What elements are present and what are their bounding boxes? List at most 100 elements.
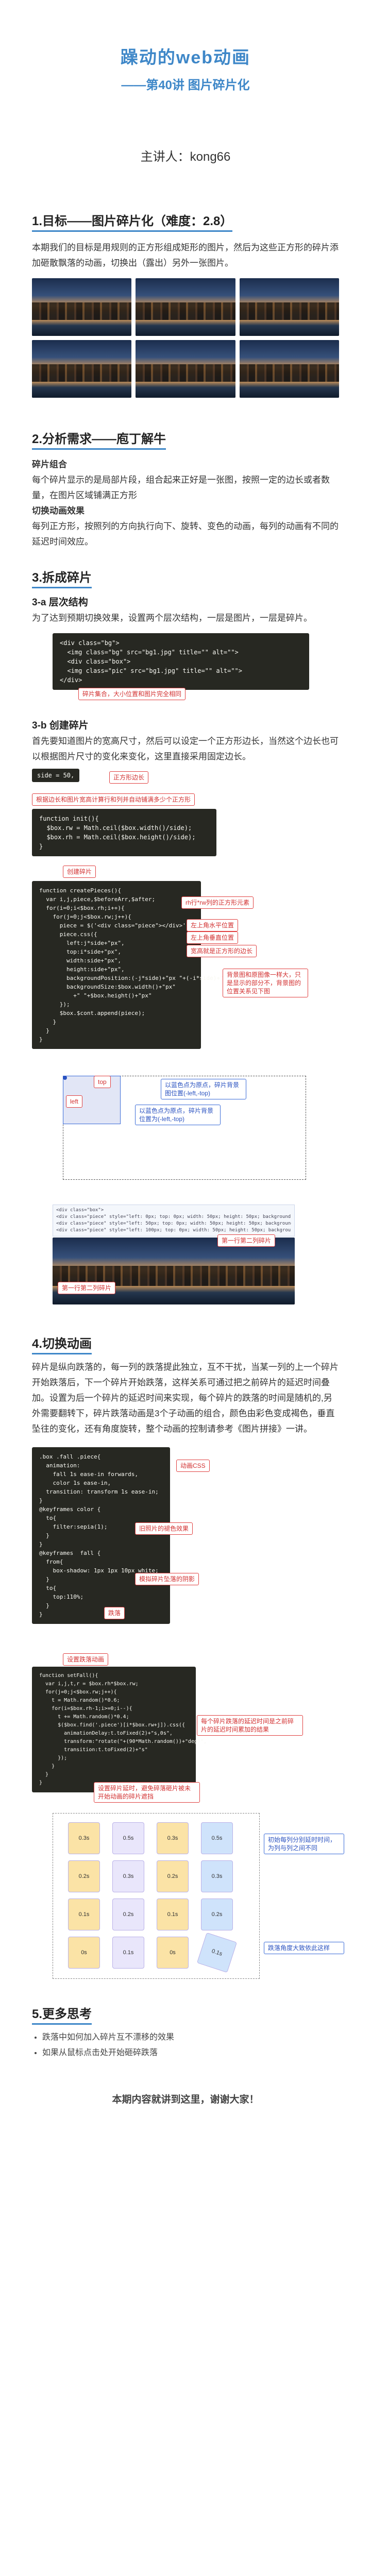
section-title: 2.分析需求——庖丁解牛 bbox=[32, 429, 166, 450]
pieces-body: 每个碎片显示的是局部片段，组合起来正好是一张图，按照一定的边长或者数量，在图片区… bbox=[32, 475, 330, 500]
side-code: side = 50, bbox=[32, 769, 80, 782]
code-block: .box .fall .piece{ animation: fall 1s ea… bbox=[32, 1447, 170, 1624]
pieces-heading: 碎片组合 bbox=[32, 460, 67, 469]
layer-code-block: <div class="bg"> <img class="bg" src="bg… bbox=[53, 633, 310, 700]
cut-image bbox=[53, 1238, 295, 1304]
callout: 跌落 bbox=[104, 1607, 125, 1619]
delay-tile: 0.1s bbox=[112, 1937, 144, 1969]
tile-grid: 0.3s 0.5s 0.3s 0.5s 0.2s 0.3s 0.2s 0.3s 0.1s 0.2s… bbox=[68, 1822, 238, 1973]
code-line: function createPieces(){ bbox=[39, 887, 121, 894]
code-line: animation: bbox=[39, 1462, 80, 1469]
delay-tile: 0.2s bbox=[112, 1899, 144, 1930]
lesson-subtitle: ——第40讲 图片碎片化 bbox=[121, 78, 250, 92]
code-line: height:side+"px", bbox=[39, 966, 125, 973]
code-line: @keyframes fall { bbox=[39, 1550, 101, 1556]
code-line: piece = $('<div class="piece"></div>'); bbox=[39, 922, 193, 929]
callout: 跌落角度大致依此这样 bbox=[264, 1942, 344, 1954]
code-line: } bbox=[39, 1497, 43, 1504]
code-line: } bbox=[39, 1541, 43, 1548]
list-item: 跌落中如何加入碎片互不漂移的效果 bbox=[42, 2030, 339, 2045]
delay-tile: 0.1s bbox=[68, 1899, 100, 1930]
preview-image bbox=[32, 340, 132, 398]
thinking-list: 跌落中如何加入碎片互不漂移的效果 如果从鼠标点击处开始砸碎跌落 bbox=[32, 2030, 339, 2061]
code-line: .box .fall .piece{ bbox=[39, 1453, 101, 1460]
code-block: function setFall(){ var i,j,t,r = $box.r… bbox=[32, 1667, 207, 1792]
code-line: $($box.find('.piece')[i*$box.rw+j]).css(… bbox=[39, 1722, 185, 1728]
code-line: +" "+$box.height()+"px" bbox=[39, 992, 152, 999]
code-line: transform:"rotate("+(90*Math.random())+"… bbox=[39, 1739, 207, 1744]
section-analysis: 2.分析需求——庖丁解牛 碎片组合 每个碎片显示的是局部片段，组合起来正好是一张… bbox=[32, 429, 339, 550]
code-line: color 1s ease-in, bbox=[39, 1480, 111, 1486]
code-line: from{ bbox=[39, 1558, 63, 1565]
code-line: piece.css({ bbox=[39, 931, 97, 938]
delay-tile: 0.5s bbox=[112, 1822, 144, 1854]
callout: 设置跌落动画 bbox=[63, 1653, 109, 1666]
js-block: 设置跌落动画 function setFall(){ var i,j,t,r =… bbox=[32, 1653, 339, 1803]
delay-tile: 0.2s bbox=[157, 1860, 189, 1892]
code-line: t += Math.random()*0.4; bbox=[39, 1714, 129, 1720]
delay-tile: 0.5s bbox=[201, 1822, 233, 1854]
code-line: $box.$cont.append(piece); bbox=[39, 1010, 145, 1016]
code-line: transition:t.toFixed(2)+"s" bbox=[39, 1747, 148, 1753]
delay-tile: 0.3s bbox=[112, 1860, 144, 1892]
code-block: function init(){ $box.rw = Math.ceil($bo… bbox=[32, 809, 216, 856]
callout: 左上角垂直位置 bbox=[187, 931, 239, 944]
callout: 动画CSS bbox=[176, 1460, 210, 1472]
callout: 碎片集合，大小位置和图片完全相同 bbox=[78, 688, 186, 700]
code-line: @keyframes color { bbox=[39, 1506, 101, 1513]
code-line: top:i*side+"px", bbox=[39, 948, 121, 955]
code-line: transition: transform 1s ease-in; bbox=[39, 1488, 159, 1495]
section-title: 4.切换动画 bbox=[32, 1333, 92, 1354]
code-line: for(i=$box.rh-1;i>=0;i--){ bbox=[39, 1706, 132, 1711]
code-line: } bbox=[39, 1611, 43, 1618]
code-line: backgroundSize:$box.width()+"px" bbox=[39, 984, 176, 990]
callout: 创建碎片 bbox=[63, 866, 96, 878]
origin-dot bbox=[63, 1076, 67, 1080]
callout: 背景图和原图像一样大，只是显示的部分不，背景图的位置关系见下图 bbox=[223, 969, 308, 997]
code-block: function createPieces(){ var i,j,piece,$… bbox=[32, 881, 237, 1049]
callout: 以蓝色点为原点，碎片背景图位置(-left,-top) bbox=[161, 1079, 246, 1099]
delay-tile: 0.1s bbox=[157, 1899, 189, 1930]
callout: 以蓝色点为原点，碎片背景位置为(-left,-top) bbox=[135, 1105, 221, 1125]
top-label: top bbox=[94, 1076, 111, 1088]
delay-tile: 0s bbox=[68, 1937, 100, 1969]
preview-image bbox=[136, 340, 235, 398]
preview-image bbox=[32, 278, 132, 336]
goal-body: 本期我们的目标是用规则的正方形组成矩形的图片，然后为这些正方形的碎片添加砸散飘落… bbox=[32, 243, 339, 268]
delay-tile: 0.3s bbox=[157, 1822, 189, 1854]
main-title: 躁动的web动画 bbox=[120, 48, 251, 67]
code-line: animationDelay:t.toFixed(2)+"s,0s", bbox=[39, 1731, 173, 1736]
callout: 根据边长和图片宽高计算行和列并自动铺满多少个正方形 bbox=[32, 793, 195, 806]
code-block: <div class="bg"> <img class="bg" src="bg… bbox=[53, 633, 309, 690]
code-line: }); bbox=[39, 1755, 68, 1761]
devtools-panel: <div class="box"> <div class="piece" sty… bbox=[53, 1205, 295, 1236]
devtools-preview: <div class="box"> <div class="piece" sty… bbox=[32, 1205, 339, 1308]
layer-body: 为了达到预期切换效果，设置两个层次结构，一层是图片，一层是碎片。 bbox=[32, 613, 312, 623]
sub-title-a: 3-a 层次结构 bbox=[32, 597, 88, 608]
code-line: for(i=0;i<$box.rh;i++){ bbox=[39, 905, 125, 911]
devtools-line: <div class="piece" style="left: 0px; top… bbox=[56, 1214, 291, 1219]
delay-tile: 0.3s bbox=[201, 1860, 233, 1892]
anim-body: 每列正方形，按照列的方向执行向下、旋转、变色的动画，每列的动画有不同的延迟时间效… bbox=[32, 521, 339, 547]
closing-note: 本期内容就讲到这里，谢谢大家！ bbox=[112, 2094, 259, 2105]
code-line: var i,j,t,r = $box.rh*$box.rw; bbox=[39, 1681, 139, 1687]
code-line: fall 1s ease-in forwards, bbox=[39, 1471, 139, 1478]
delay-tile: 0.1s bbox=[196, 1932, 238, 1973]
section-anim: 4.切换动画 碎片是纵向跌落的，每一列的跌落提此独立，互不干扰，当某一列的上一个… bbox=[32, 1333, 344, 1983]
code-line: } bbox=[39, 1764, 55, 1769]
callout: 正方形边长 bbox=[109, 771, 149, 784]
devtools-line: <div class="box"> bbox=[56, 1208, 104, 1213]
create-pieces-block: 创建碎片 function createPieces(){ var i,j,pi… bbox=[32, 866, 339, 1072]
delay-tile: 0.2s bbox=[68, 1860, 100, 1892]
create-body: 首先要知道图片的宽高尺寸，然后可以设定一个正方形边长，当然这个边长也可以根据图片… bbox=[32, 736, 339, 761]
code-line: left:j*side+"px", bbox=[39, 940, 125, 946]
preview-image bbox=[239, 340, 339, 398]
delay-tile: 0.3s bbox=[68, 1822, 100, 1854]
code-line: <img class="pic" src="bg1.jpg" title="" … bbox=[60, 667, 243, 674]
preview-image bbox=[239, 278, 339, 336]
code-line: top:110%; bbox=[39, 1594, 84, 1600]
code-line: for(j=0;j<$box.rw;j++){ bbox=[39, 1689, 117, 1695]
code-line: to{ bbox=[39, 1515, 57, 1521]
section-more: 5.更多思考 跌落中如何加入碎片互不漂移的效果 如果从鼠标点击处开始砸碎跌落 本… bbox=[32, 2004, 339, 2106]
devtools-line: <div class="piece" style="left: 50px; to… bbox=[56, 1221, 291, 1226]
